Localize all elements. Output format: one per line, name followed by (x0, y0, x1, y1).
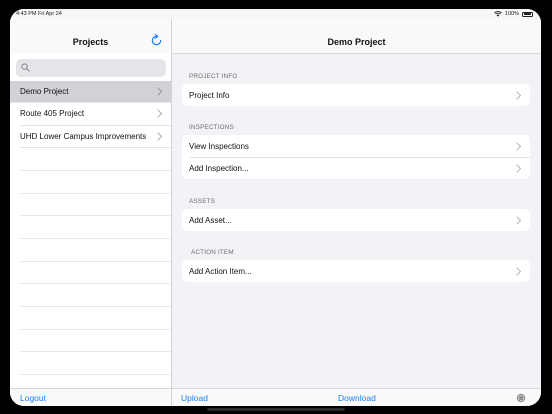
project-label: UHD Lower Campus Improvements (20, 131, 147, 141)
sidebar-toolbar: Logout (10, 388, 171, 406)
activity-spinner-icon (516, 393, 526, 403)
project-row-demo-project[interactable]: Demo Project (10, 81, 171, 104)
status-date: Fri Apr 24 (38, 11, 62, 17)
cell-view-inspections[interactable]: View Inspections (182, 135, 530, 157)
search-input[interactable] (34, 61, 164, 77)
home-indicator[interactable] (207, 408, 345, 411)
status-bar: 4:43 PM Fri Apr 24 100% (10, 9, 541, 19)
section-header-action-item: ACTION ITEM (191, 249, 234, 256)
search-icon (21, 63, 30, 72)
chevron-right-icon (516, 215, 522, 225)
empty-row (20, 284, 171, 307)
empty-row (20, 307, 171, 330)
status-time: 4:43 PM (16, 11, 37, 17)
chevron-right-icon (516, 163, 522, 173)
empty-row (20, 216, 171, 239)
empty-row (20, 194, 171, 217)
project-label: Route 405 Project (20, 109, 85, 119)
cell-label: Project Info (189, 90, 230, 100)
chevron-right-icon (157, 109, 163, 118)
group-assets: Add Asset... (182, 209, 530, 231)
battery-percent: 100% (504, 11, 519, 17)
group-action-item: Add Action Item... (182, 260, 530, 282)
cell-add-action-item[interactable]: Add Action Item... (182, 260, 530, 282)
project-label: Demo Project (20, 87, 69, 96)
sidebar-title: Projects (72, 37, 109, 47)
project-list: Demo Project Route 405 Project UHD Lower… (10, 81, 171, 376)
cell-project-info[interactable]: Project Info (182, 84, 530, 106)
cell-label: Add Asset... (189, 215, 232, 225)
group-inspections: View Inspections Add Inspection... (182, 135, 530, 179)
search-bar[interactable] (16, 59, 166, 77)
detail-toolbar: Upload Download (172, 388, 541, 406)
project-row-uhd-lower-campus[interactable]: UHD Lower Campus Improvements (20, 126, 171, 149)
page-title: Demo Project (327, 37, 386, 47)
section-header-project-info: PROJECT INFO (189, 73, 238, 80)
battery-icon (522, 11, 533, 17)
chevron-right-icon (157, 87, 163, 96)
refresh-icon[interactable] (150, 34, 163, 47)
cell-label: Add Inspection... (189, 163, 249, 173)
chevron-right-icon (516, 266, 522, 276)
empty-row (20, 239, 171, 262)
chevron-right-icon (516, 90, 522, 100)
cell-label: Add Action Item... (189, 266, 252, 276)
empty-row (20, 171, 171, 194)
sidebar: Projects Demo Project Route 405 Project (10, 19, 172, 406)
section-header-inspections: INSPECTIONS (189, 124, 234, 131)
section-header-assets: ASSETS (189, 198, 216, 205)
wifi-icon (494, 11, 502, 17)
download-button[interactable]: Download (338, 393, 376, 403)
chevron-right-icon (516, 141, 522, 151)
detail-header: Demo Project (172, 19, 541, 54)
cell-add-inspection[interactable]: Add Inspection... (182, 157, 530, 179)
upload-button[interactable]: Upload (181, 393, 208, 403)
detail-pane: Demo Project PROJECT INFO Project Info I… (172, 19, 541, 406)
project-row-route-405[interactable]: Route 405 Project (20, 103, 171, 126)
chevron-right-icon (157, 132, 163, 141)
empty-row (20, 148, 171, 171)
status-indicators: 100% (494, 11, 533, 17)
empty-row (20, 330, 171, 353)
logout-button[interactable]: Logout (20, 393, 46, 403)
empty-row (20, 352, 171, 376)
cell-add-asset[interactable]: Add Asset... (182, 209, 530, 231)
cell-label: View Inspections (189, 141, 249, 151)
empty-row (20, 262, 171, 285)
sidebar-header: Projects (10, 19, 171, 53)
group-project-info: Project Info (182, 84, 530, 106)
app-screen: 4:43 PM Fri Apr 24 100% Projects Demo Pr… (10, 9, 541, 406)
